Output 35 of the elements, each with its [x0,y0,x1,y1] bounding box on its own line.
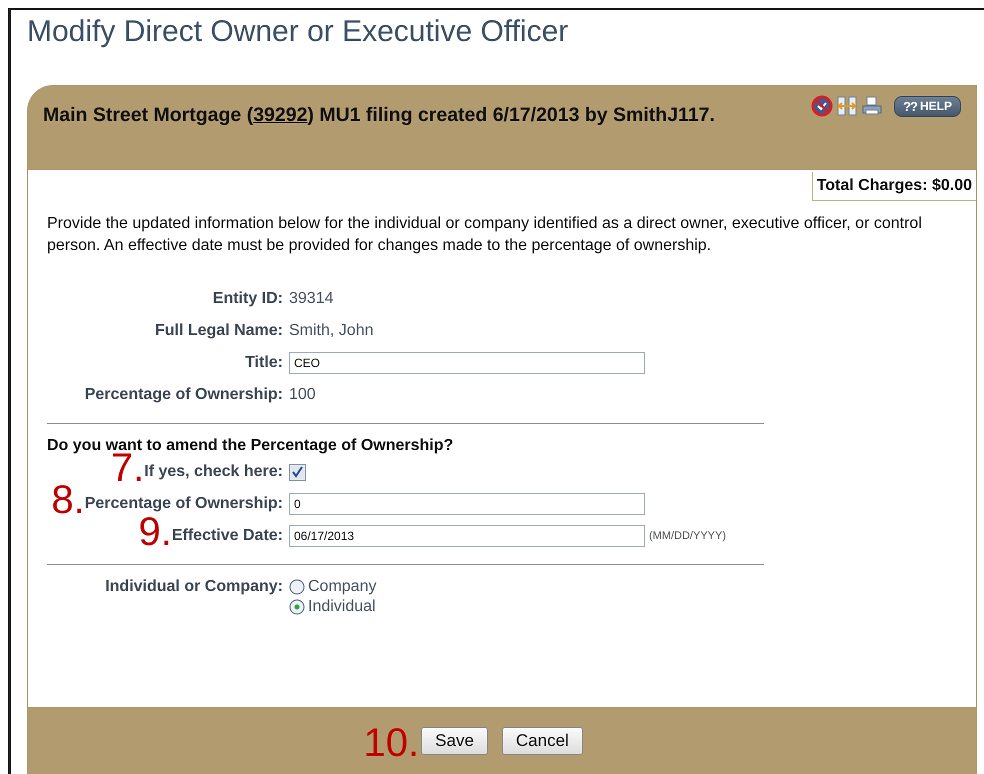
field-value: 39314 [289,290,334,308]
radio-button[interactable] [289,599,305,615]
field-value: Smith, John [289,322,374,340]
field-label: Effective Date: [172,527,283,544]
total-charges: Total Charges: $0.00 [812,172,976,201]
field-label: Full Legal Name: [154,322,283,339]
record-link[interactable]: 39292 [253,104,308,126]
columns-arrow-icon[interactable] [836,95,858,117]
field-value: 100 [289,386,316,404]
action-button[interactable]: Cancel [502,727,583,755]
step-number: 8. [51,480,85,520]
printer-icon[interactable] [861,95,884,117]
field-label: Percentage of Ownership: [84,495,283,512]
format-hint: (MM/DD/YYYY) [649,530,726,542]
field-label: Title: [245,354,283,371]
option-label[interactable]: Individual [308,598,376,616]
question-heading: Do you want to amend the Percentage of Ownership? [47,436,454,454]
input-field[interactable]: CEO [289,352,645,374]
prohibited-icon[interactable] [811,95,834,117]
field-label: Percentage of Ownership: [84,386,283,403]
step-number: 9. [138,512,172,552]
input-field[interactable]: 0 [289,493,645,515]
field-label: Individual or Company: [105,578,283,595]
action-button[interactable]: Save [421,727,488,755]
page-title: Modify Direct Owner or Executive Officer [27,14,570,50]
field-label: If yes, check here: [144,463,283,480]
help-button[interactable]: ?? HELP [894,96,961,116]
input-field[interactable]: 06/17/2013 [289,525,645,547]
checkbox[interactable] [289,464,306,480]
filing-title: Main Street Mortgage (39292) MU1 filing created 6/17/2013 by SmithJ117. [43,103,715,127]
instructions-text: Provide the updated information below for the individual or company identified as a direct owner, executive officer, or control person. An effective date must be provided for changes made to the percentage of ownership. [47,214,923,256]
radio-button[interactable] [289,579,305,595]
option-label[interactable]: Company [308,578,376,596]
field-label: Entity ID: [212,290,283,307]
step-number: 10. [364,723,420,763]
